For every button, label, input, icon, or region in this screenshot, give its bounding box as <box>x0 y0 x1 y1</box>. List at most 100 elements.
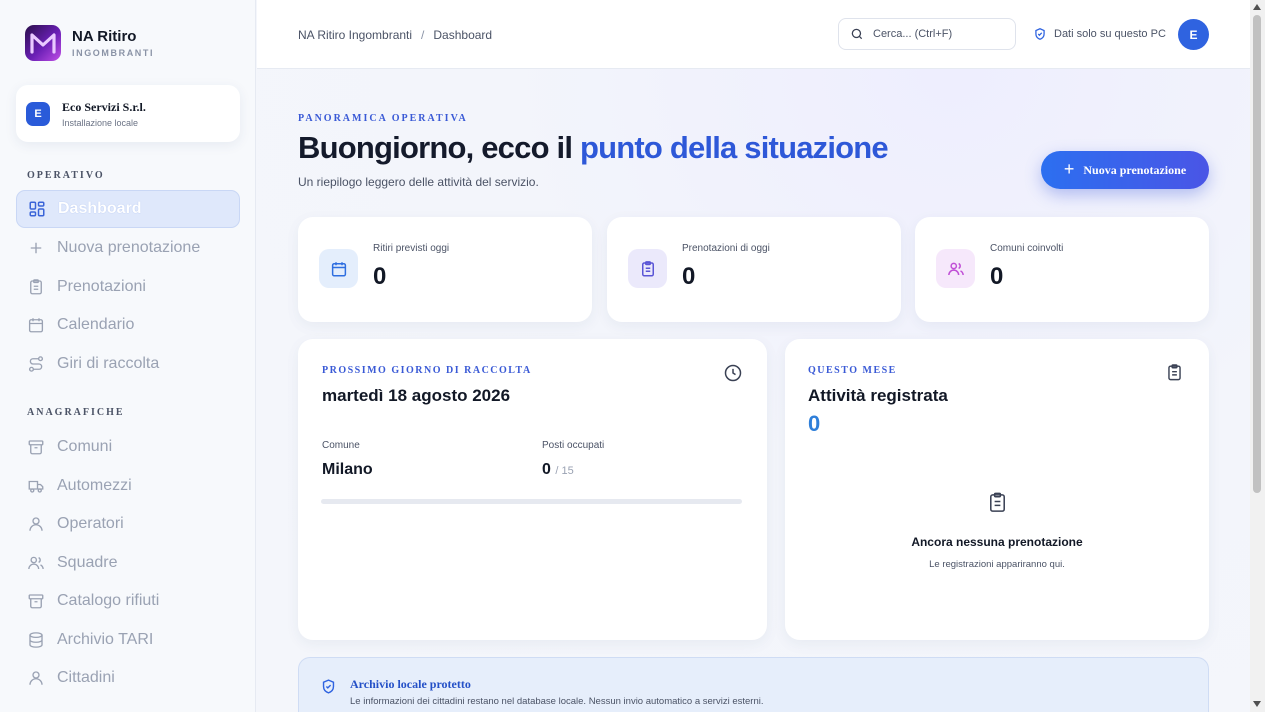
breadcrumb-current: Dashboard <box>433 28 493 42</box>
scrollbar[interactable] <box>1250 0 1265 712</box>
search-input[interactable]: Cerca... (Ctrl+F) <box>838 18 1016 50</box>
posti-label: Posti occupati <box>542 440 605 451</box>
sidebar-item-label: Squadre <box>57 554 118 571</box>
user-icon <box>29 671 43 685</box>
sidebar-item-label: Giri di raccolta <box>57 355 160 372</box>
users-icon <box>28 556 44 570</box>
users-icon <box>936 249 975 288</box>
next-collection-date: martedì 18 agosto 2026 <box>322 386 511 405</box>
org-name: Eco Servizi S.r.l. <box>62 99 146 114</box>
sidebar-item-nuova-prenotazione[interactable]: Nuova prenotazione <box>16 229 240 267</box>
page-title-part1: Buongiorno, ecco il <box>298 130 580 165</box>
sidebar-item-label: Comuni <box>57 438 113 455</box>
stat-label: Comuni coinvolti <box>990 243 1064 254</box>
sidebar-item-squadre[interactable]: Squadre <box>16 544 240 582</box>
brand-title: NA Ritiro <box>72 28 137 45</box>
next-collection-card: PROSSIMO GIORNO DI RACCOLTA martedì 18 a… <box>298 339 767 640</box>
stat-card-comuni: Comuni coinvolti 0 <box>915 217 1209 322</box>
sidebar-item-label: Operatori <box>57 515 124 532</box>
user-avatar[interactable]: E <box>1178 19 1209 50</box>
stat-value: 0 <box>990 263 1004 290</box>
archive-notice-text: Le informazioni dei cittadini restano ne… <box>350 696 764 707</box>
calendar-icon <box>28 318 44 333</box>
sidebar: NA Ritiro INGOMBRANTI E Eco Servizi S.r.… <box>0 0 256 712</box>
archive-notice-title: Archivio locale protetto <box>350 677 471 691</box>
sidebar-item-giri-di-raccolta[interactable]: Giri di raccolta <box>16 345 240 383</box>
page-subtitle: Un riepilogo leggero delle attività del … <box>298 175 539 189</box>
local-archive-notice: Archivio locale protetto Le informazioni… <box>298 657 1209 712</box>
posti-total: / 15 <box>555 465 574 477</box>
sidebar-item-prenotazioni[interactable]: Prenotazioni <box>16 268 240 306</box>
stat-value: 0 <box>373 263 387 290</box>
sidebar-item-label: Dashboard <box>58 200 142 217</box>
sidebar-item-label: Automezzi <box>57 477 132 494</box>
page-title-accent: punto della situazione <box>579 130 889 165</box>
shield-check-icon <box>1035 28 1045 40</box>
sidebar-item-archivio-tari[interactable]: Archivio TARI <box>16 621 240 659</box>
stat-card-ritiri: Ritiri previsti oggi 0 <box>298 217 592 322</box>
month-activity-card: QUESTO MESE Attività registrata 0 Ancora… <box>785 339 1209 640</box>
new-booking-button[interactable]: + Nuova prenotazione <box>1041 151 1209 189</box>
scroll-up-arrow[interactable] <box>1253 4 1261 10</box>
brand[interactable]: NA Ritiro INGOMBRANTI <box>25 25 154 61</box>
sidebar-item-calendario[interactable]: Calendario <box>16 306 240 344</box>
search-placeholder: Cerca... (Ctrl+F) <box>873 28 953 40</box>
clock-icon <box>724 364 742 382</box>
brand-subtitle: INGOMBRANTI <box>72 48 155 58</box>
posti-progress-bar <box>321 499 742 504</box>
next-collection-eyebrow: PROSSIMO GIORNO DI RACCOLTA <box>322 365 532 376</box>
main-content: PANORAMICA OPERATIVA Buongiorno, ecco il… <box>257 69 1250 712</box>
grid-icon <box>29 201 45 217</box>
local-note-text: Dati solo su questo PC <box>1054 28 1166 40</box>
sidebar-item-dashboard[interactable]: Dashboard <box>16 190 240 228</box>
hero-eyebrow: PANORAMICA OPERATIVA <box>298 113 468 124</box>
sidebar-item-cittadini[interactable]: Cittadini <box>16 659 240 697</box>
route-icon <box>28 356 44 372</box>
comune-label: Comune <box>322 440 360 451</box>
org-subtitle: Installazione locale <box>62 117 139 128</box>
scroll-down-arrow[interactable] <box>1253 701 1261 707</box>
posti-value: 0 / 15 <box>542 461 574 479</box>
month-value: 0 <box>808 411 821 436</box>
breadcrumb-root[interactable]: NA Ritiro Ingombranti <box>298 28 412 42</box>
sidebar-item-catalogo-rifiuti[interactable]: Catalogo rifiuti <box>16 582 240 620</box>
scroll-thumb[interactable] <box>1253 15 1261 493</box>
organization-card[interactable]: E Eco Servizi S.r.l. Installazione local… <box>16 85 240 142</box>
local-data-note: Dati solo su questo PC <box>1033 27 1166 41</box>
month-title: Attività registrata <box>808 386 948 405</box>
section-label-anagrafiche: ANAGRAFICHE <box>27 407 125 418</box>
brand-logo <box>25 25 61 61</box>
calendar-icon <box>319 249 358 288</box>
topbar: NA Ritiro Ingombranti / Dashboard Cerca...… <box>257 0 1250 69</box>
search-icon <box>851 28 863 40</box>
stat-card-prenotazioni: Prenotazioni di oggi 0 <box>607 217 901 322</box>
sidebar-item-label: Archivio TARI <box>57 631 154 648</box>
section-label-operativo: OPERATIVO <box>27 170 105 181</box>
sidebar-item-comuni[interactable]: Comuni <box>16 428 240 466</box>
clipboard-icon <box>990 492 1005 512</box>
clipboard-icon <box>628 249 667 288</box>
user-icon <box>29 517 43 531</box>
sidebar-item-operatori[interactable]: Operatori <box>16 505 240 543</box>
clipboard-icon <box>1168 364 1181 381</box>
empty-state-subtitle: Le registrazioni appariranno qui. <box>929 559 1065 570</box>
sidebar-item-label: Cittadini <box>57 669 115 686</box>
clipboard-icon <box>30 279 42 295</box>
sidebar-item-label: Catalogo rifiuti <box>57 592 160 609</box>
stat-value: 0 <box>682 263 696 290</box>
posti-occupied: 0 <box>542 461 551 478</box>
sidebar-item-label: Nuova prenotazione <box>57 239 201 256</box>
month-eyebrow: QUESTO MESE <box>808 365 897 376</box>
sidebar-item-label: Prenotazioni <box>57 278 146 295</box>
empty-state-title: Ancora nessuna prenotazione <box>911 535 1083 549</box>
page-title: Buongiorno, ecco il punto della situazio… <box>298 130 889 166</box>
archive-icon <box>28 440 44 455</box>
shield-check-icon <box>322 679 335 694</box>
database-icon <box>29 632 43 648</box>
plus-icon <box>30 242 42 254</box>
plus-icon: + <box>1063 158 1075 179</box>
comune-value: Milano <box>322 461 373 478</box>
breadcrumb-separator: / <box>421 28 425 42</box>
archive-icon <box>28 594 44 609</box>
sidebar-item-automezzi[interactable]: Automezzi <box>16 467 240 505</box>
